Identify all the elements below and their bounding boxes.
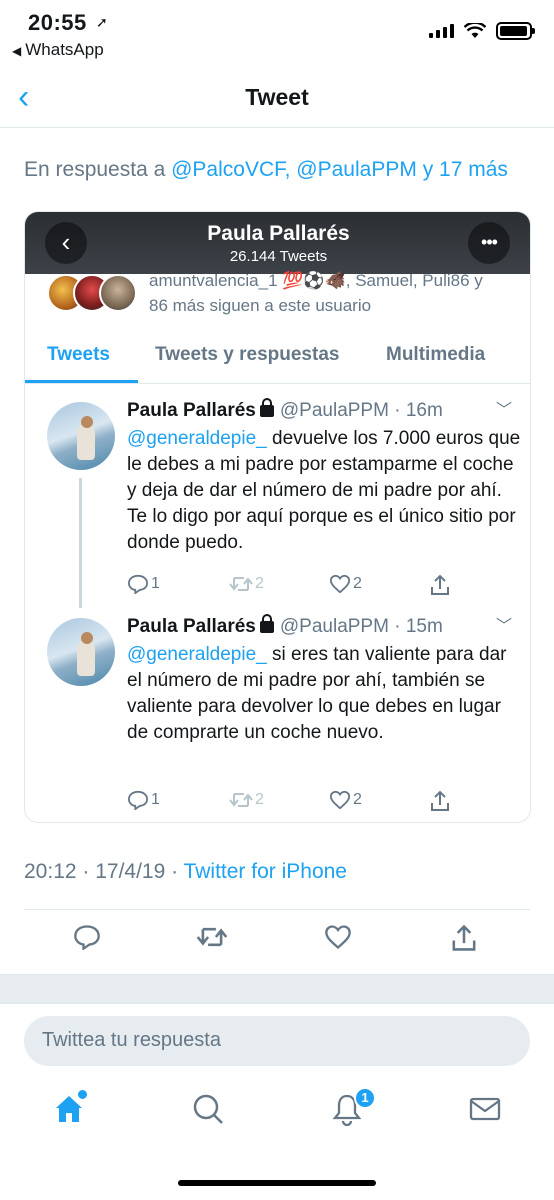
embedded-image[interactable]: ‹ Paula Pallarés 26.144 Tweets ••• amunt…	[24, 211, 531, 823]
chevron-down-icon: ﹀	[495, 402, 512, 419]
tweet-source-link[interactable]: Twitter for iPhone	[184, 860, 347, 883]
tweet-handle-time: @PaulaPPM · 15m	[279, 616, 443, 637]
heart-icon	[325, 925, 351, 950]
search-tab[interactable]	[191, 1092, 225, 1131]
retweet-count-value: 2	[255, 791, 264, 808]
profile-tabs: Tweets Tweets y respuestas Multimedia	[25, 332, 530, 384]
retweet-count-value: 2	[255, 575, 264, 592]
system-icons	[429, 22, 535, 40]
like-count-value: 2	[353, 575, 362, 592]
thread-line	[79, 478, 82, 608]
tweet-timestamp: 20:12 · 17/4/19 ·	[24, 860, 179, 883]
chevron-down-icon: ﹀	[495, 618, 512, 635]
reply-to-users-link[interactable]: @PalcoVCF, @PaulaPPM	[171, 158, 417, 181]
share-button[interactable]	[450, 924, 478, 957]
location-arrow-icon: ➚	[96, 14, 108, 30]
retweet-icon	[196, 927, 228, 947]
tab-tweets-replies: Tweets y respuestas	[155, 344, 340, 365]
tweet-mention: @generaldepie_	[127, 644, 267, 665]
reply-count: 1	[127, 790, 160, 810]
home-indicator	[178, 1180, 376, 1186]
clock: 20:55	[28, 10, 87, 35]
back-app-label: WhatsApp	[25, 40, 104, 59]
followed-by: amuntvalencia_1 💯⚽️🐗, Samuel, Puli86 y 8…	[25, 268, 530, 328]
back-to-app-link[interactable]: ◀ WhatsApp	[12, 40, 104, 60]
tab-tweets: Tweets	[47, 344, 111, 365]
reply-to-line: En respuesta a @PalcoVCF, @PaulaPPM y 17…	[24, 158, 508, 182]
followers-text: amuntvalencia_1 💯⚽️🐗, Samuel, Puli86 y 8…	[149, 268, 519, 318]
messages-tab[interactable]	[468, 1092, 502, 1131]
tweet-header: Paula Pallarés @PaulaPPM · 16m	[127, 398, 443, 422]
reply-icon	[127, 790, 149, 810]
avatar	[47, 618, 115, 686]
share-icon	[431, 790, 449, 811]
reply-input[interactable]: Twittea tu respuesta	[24, 1016, 530, 1066]
like-button[interactable]	[324, 924, 352, 955]
tab-media: Multimedia	[386, 344, 486, 365]
section-separator	[0, 974, 554, 1004]
tweet-header: Paula Pallarés @PaulaPPM · 15m	[127, 614, 443, 638]
nav-bar: ‹ Tweet	[0, 70, 554, 128]
more-options-icon: •••	[468, 222, 510, 264]
follower-avatar	[99, 274, 137, 312]
lock-icon	[259, 398, 274, 417]
battery-level	[500, 26, 527, 36]
reply-button[interactable]	[73, 924, 101, 955]
battery-icon	[496, 22, 535, 40]
tweet-mention: @generaldepie_	[127, 428, 267, 449]
retweet-count: 2	[229, 574, 264, 594]
share-icon	[452, 924, 476, 951]
share-action	[429, 574, 451, 596]
retweet-count: 2	[229, 790, 264, 810]
like-count: 2	[329, 574, 362, 594]
status-bar: 20:55 ➚ ◀ WhatsApp	[0, 0, 554, 70]
tweet-text: @generaldepie_ devuelve los 7.000 euros …	[127, 426, 522, 556]
tweet-author-name: Paula Pallarés	[127, 616, 256, 637]
reply-to-and[interactable]: y	[423, 158, 434, 181]
reply-icon	[127, 574, 149, 594]
tweet-text: @generaldepie_ si eres tan valiente para…	[127, 642, 522, 746]
reply-to-prefix: En respuesta a	[24, 158, 166, 181]
divider	[24, 909, 530, 910]
reply-count-value: 1	[151, 575, 160, 592]
wifi-icon	[464, 23, 486, 38]
profile-tweet-count: 26.144 Tweets	[229, 248, 328, 265]
heart-icon	[329, 790, 351, 810]
notification-badge: 1	[354, 1087, 376, 1109]
share-icon	[431, 574, 449, 595]
tweet-author-name: Paula Pallarés	[127, 400, 256, 421]
heart-icon	[329, 574, 351, 594]
avatar	[47, 402, 115, 470]
active-tab-indicator	[25, 380, 138, 383]
profile-name: Paula Pallarés	[207, 222, 350, 245]
lock-icon	[259, 614, 274, 633]
new-content-dot	[78, 1090, 87, 1099]
retweet-icon	[229, 577, 253, 591]
profile-header: ‹ Paula Pallarés 26.144 Tweets •••	[25, 212, 530, 274]
tweet-handle-time: @PaulaPPM · 16m	[279, 400, 443, 421]
search-icon	[193, 1094, 223, 1124]
tweet-action-bar	[0, 920, 554, 965]
tweet-meta: 20:12 · 17/4/19 · Twitter for iPhone	[24, 860, 347, 884]
page-title: Tweet	[245, 84, 309, 110]
like-count: 2	[329, 790, 362, 810]
reply-icon	[74, 925, 100, 951]
reply-count-value: 1	[151, 791, 160, 808]
cellular-signal-icon	[429, 24, 454, 38]
tweet-actions: 1 2 2	[125, 790, 465, 820]
mail-icon	[469, 1097, 501, 1121]
retweet-icon	[229, 793, 253, 807]
reply-count: 1	[127, 574, 160, 594]
back-triangle-icon: ◀	[12, 44, 22, 58]
retweet-button[interactable]	[196, 924, 228, 955]
like-count-value: 2	[353, 791, 362, 808]
reply-to-more-link[interactable]: 17 más	[439, 158, 508, 181]
followers-line-2: 86 más siguen a este usuario	[149, 296, 372, 315]
share-action	[429, 790, 451, 812]
tweet-actions: 1 2 2	[125, 574, 465, 604]
followers-line-1: amuntvalencia_1 💯⚽️🐗, Samuel, Puli86 y	[149, 271, 483, 290]
